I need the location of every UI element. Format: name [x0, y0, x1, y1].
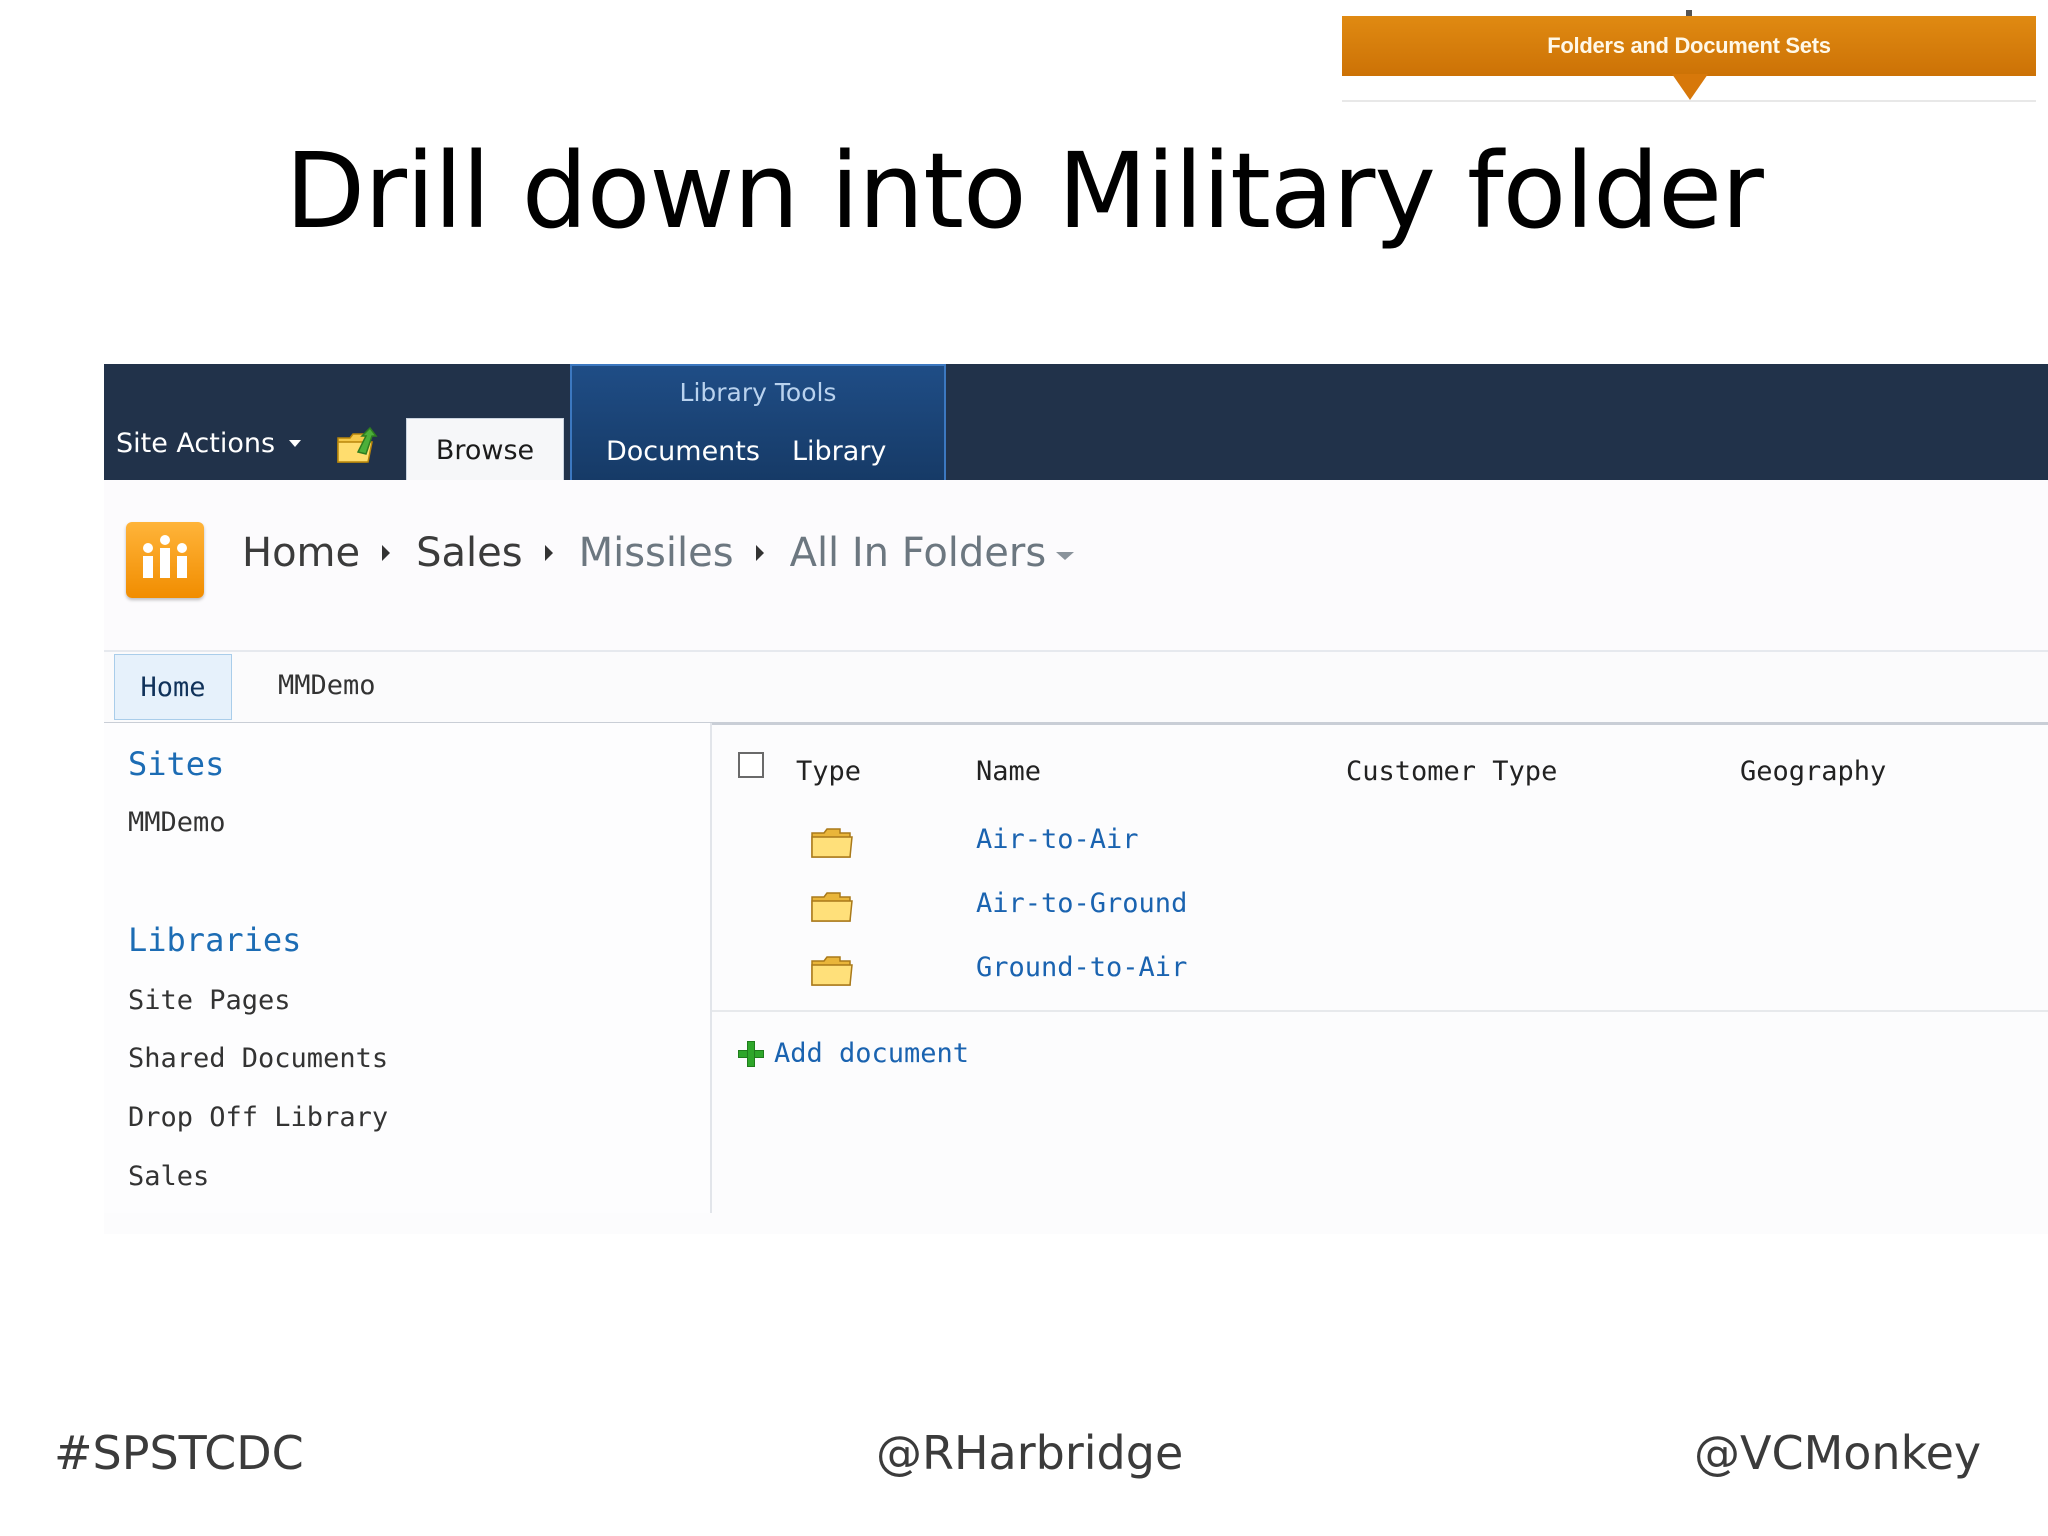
- quick-launch-item[interactable]: MMDemo: [128, 807, 226, 838]
- section-banner: Folders and Document Sets: [1342, 16, 2036, 76]
- chevron-right-icon: [382, 545, 391, 561]
- ribbon: Site Actions Browse Library Tools Docume…: [104, 364, 2048, 482]
- libraries-heading[interactable]: Libraries: [128, 921, 301, 959]
- topnav-home[interactable]: Home: [114, 654, 232, 720]
- tab-browse[interactable]: Browse: [406, 418, 564, 481]
- page-title: Drill down into Military folder: [285, 130, 1764, 252]
- view-selector[interactable]: All In Folders: [790, 530, 1047, 576]
- select-all-checkbox[interactable]: [738, 752, 764, 778]
- folder-icon: [811, 828, 853, 858]
- folder-icon: [811, 892, 853, 922]
- quick-launch: Sites MMDemo Libraries Site Pages Shared…: [104, 723, 712, 1213]
- site-logo-icon[interactable]: [126, 522, 204, 598]
- column-header-type[interactable]: Type: [796, 756, 861, 787]
- column-header-name[interactable]: Name: [976, 756, 1041, 787]
- top-nav: Home MMDemo: [104, 650, 2048, 725]
- breadcrumb-missiles: Missiles: [578, 530, 734, 576]
- add-document-label: Add document: [774, 1038, 970, 1069]
- footer-hashtag: #SPSTCDC: [54, 1426, 304, 1480]
- chevron-right-icon: [544, 545, 553, 561]
- topnav-mmdemo[interactable]: MMDemo: [278, 670, 376, 701]
- quick-launch-item[interactable]: Shared Documents: [128, 1043, 388, 1074]
- navigate-up-icon[interactable]: [336, 426, 380, 466]
- breadcrumb-sales[interactable]: Sales: [416, 530, 522, 576]
- library-tools-label: Library Tools: [679, 378, 837, 407]
- banner-divider: [1342, 100, 2036, 102]
- folder-link[interactable]: Air-to-Ground: [976, 888, 1187, 919]
- tab-documents[interactable]: Documents: [606, 436, 760, 467]
- sites-heading[interactable]: Sites: [128, 745, 224, 783]
- tab-library[interactable]: Library: [792, 436, 886, 467]
- add-document-link[interactable]: Add document: [738, 1038, 969, 1069]
- site-actions-menu[interactable]: Site Actions: [116, 428, 302, 459]
- sharepoint-window: Site Actions Browse Library Tools Docume…: [104, 364, 2048, 1234]
- library-tools-group: Library Tools Documents Library: [570, 364, 946, 482]
- folder-link[interactable]: Air-to-Air: [976, 824, 1139, 855]
- breadcrumb-home[interactable]: Home: [242, 530, 360, 576]
- folder-icon: [811, 956, 853, 986]
- list-divider: [712, 1010, 2048, 1012]
- people-icon: [143, 535, 187, 578]
- column-header-customer-type[interactable]: Customer Type: [1346, 756, 1557, 787]
- site-actions-label: Site Actions: [116, 428, 276, 459]
- quick-launch-item[interactable]: Drop Off Library: [128, 1102, 388, 1133]
- footer-handle-right: @VCMonkey: [1694, 1426, 1982, 1480]
- chevron-down-icon: [289, 440, 302, 447]
- quick-launch-item-selected[interactable]: Sales: [128, 1161, 209, 1192]
- folder-link[interactable]: Ground-to-Air: [976, 952, 1187, 983]
- add-icon: [738, 1040, 764, 1067]
- banner-label: Folders and Document Sets: [1547, 33, 1831, 58]
- slide: Folders and Document Sets Drill down int…: [0, 0, 2048, 1536]
- footer-handle-center: @RHarbridge: [876, 1426, 1184, 1480]
- tab-browse-label: Browse: [435, 434, 535, 466]
- column-header-geography[interactable]: Geography: [1740, 756, 1886, 787]
- chevron-down-icon[interactable]: [1056, 552, 1075, 560]
- quick-launch-item[interactable]: Site Pages: [128, 985, 291, 1016]
- chevron-right-icon: [755, 545, 764, 561]
- arrow-down-icon: [1672, 74, 1708, 100]
- topnav-home-label: Home: [140, 671, 206, 703]
- breadcrumb: Home Sales Missiles All In Folders: [242, 530, 1075, 576]
